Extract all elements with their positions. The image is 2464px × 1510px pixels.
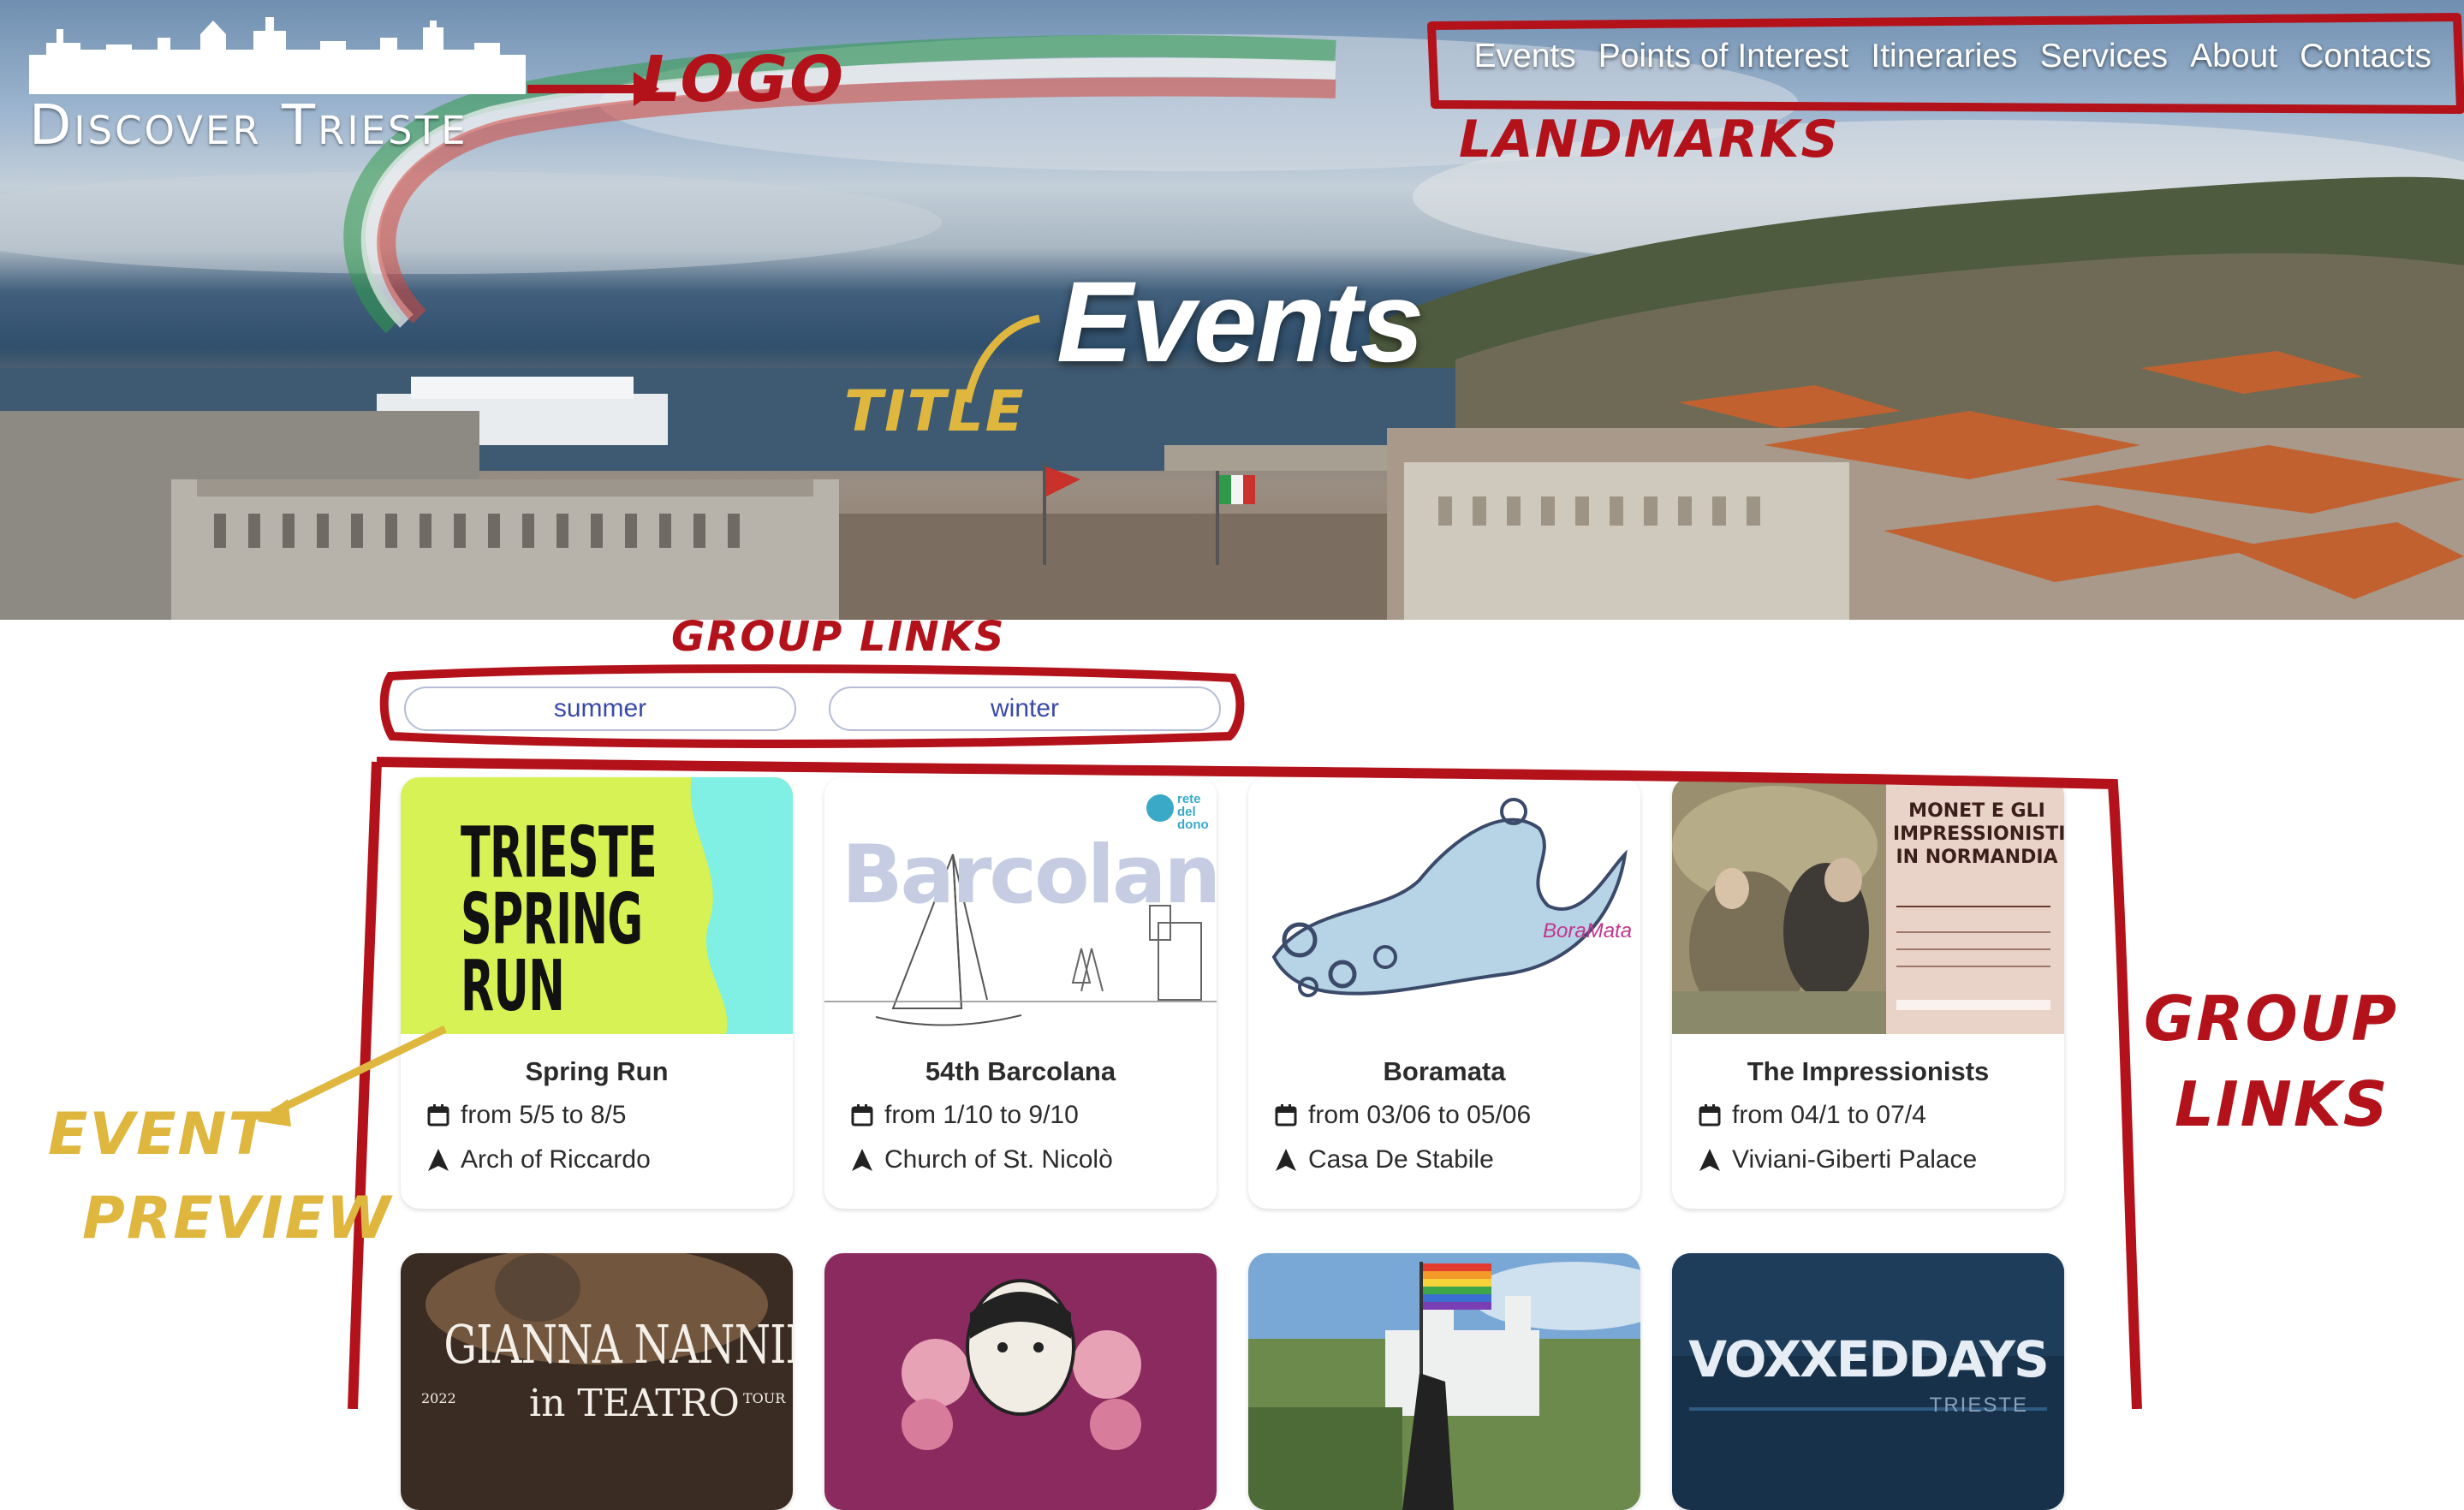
group-links: summer winter [404, 687, 1221, 731]
event-date: from 5/5 to 8/5 [461, 1101, 627, 1129]
thumb-text-line: RUN [461, 946, 565, 1027]
annotation-group-links-side: GROUP [2144, 983, 2398, 1055]
location-arrow-icon [1276, 1149, 1296, 1171]
event-card-frida[interactable] [824, 1253, 1217, 1510]
thumb-text-line: GIANNA NANNINI [443, 1313, 793, 1376]
thumb-text-line: TRIESTE [461, 812, 658, 894]
event-thumbnail: VOXXEDDAYS TRIESTE [1672, 1253, 2064, 1510]
thumb-text-line: MONET E GLI [1908, 800, 2045, 822]
event-location: Viviani-Giberti Palace [1732, 1145, 1978, 1174]
event-card-pride[interactable] [1248, 1253, 1640, 1510]
annotation-group-links-side: LINKS [2175, 1068, 2390, 1140]
nav-points-of-interest[interactable]: Points of Interest [1598, 38, 1849, 75]
thumb-text-line: Barcolana [842, 829, 1217, 922]
group-link-summer[interactable]: summer [404, 687, 796, 731]
thumb-text-line: TRIESTE [1929, 1394, 2028, 1417]
thumb-text-line: IMPRESSIONISTI [1893, 823, 2064, 845]
event-location: Casa De Stabile [1308, 1145, 1494, 1174]
annotation-group-links-top: GROUP LINKS [671, 613, 1006, 661]
site-logo[interactable]: Discover Trieste [29, 12, 526, 158]
event-thumbnail: TRIESTE SPRING RUN [401, 777, 793, 1034]
location-arrow-icon [428, 1149, 449, 1171]
event-title: 54th Barcolana [925, 1056, 1116, 1086]
event-thumbnail: BoraMata [1248, 777, 1640, 1034]
event-card-barcolana[interactable]: Barcolana rete del dono 54th Barcolana f… [824, 777, 1217, 1209]
annotation-event-preview: EVENT [48, 1101, 270, 1168]
location-arrow-icon [852, 1149, 872, 1171]
nav-services[interactable]: Services [2040, 38, 2169, 75]
group-link-winter[interactable]: winter [829, 687, 1221, 731]
annotation-box-cards-left [348, 761, 382, 1409]
event-date: from 04/1 to 07/4 [1732, 1101, 1926, 1129]
nav-events[interactable]: Events [1474, 38, 1576, 75]
thumb-text-line: SPRING [461, 879, 643, 960]
event-card-voxxed-days[interactable]: VOXXEDDAYS TRIESTE [1672, 1253, 2064, 1510]
nav-itineraries[interactable]: Itineraries [1871, 38, 2017, 75]
event-card-gianna-nannini[interactable]: GIANNA NANNINI in TEATRO 2022 TOUR [401, 1253, 793, 1510]
event-date: from 1/10 to 9/10 [884, 1101, 1079, 1129]
calendar-icon [1699, 1104, 1721, 1127]
event-location: Arch of Riccardo [461, 1145, 651, 1174]
annotation-landmarks: LANDMARKS [1459, 110, 1840, 169]
event-location: Church of St. Nicolò [884, 1145, 1113, 1174]
event-title: Spring Run [525, 1056, 669, 1086]
thumb-text-line: BoraMata [1543, 919, 1633, 942]
calendar-icon [427, 1104, 449, 1127]
nav-about[interactable]: About [2190, 38, 2277, 75]
event-card-boramata[interactable]: BoraMata Boramata from 03/06 to 05/06 Ca… [1248, 777, 1640, 1209]
thumb-badge: rete del dono [1177, 792, 1209, 832]
hero-banner: Discover Trieste Events Points of Intere… [0, 0, 2464, 620]
annotation-title: TITLE [844, 378, 1026, 444]
thumb-text-line: IN NORMANDIA [1896, 847, 2058, 868]
logo-text: Discover Trieste [29, 94, 468, 158]
event-thumbnail [824, 1253, 1217, 1510]
annotation-logo: LOGO [640, 43, 846, 116]
event-thumbnail: MONET E GLI IMPRESSIONISTI IN NORMANDIA [1672, 777, 2064, 1034]
event-card-spring-run[interactable]: TRIESTE SPRING RUN Spring Run from 5/5 t… [401, 777, 793, 1209]
location-arrow-icon [1699, 1149, 1720, 1171]
event-title: The Impressionists [1747, 1056, 1990, 1086]
event-date: from 03/06 to 05/06 [1308, 1101, 1532, 1129]
annotation-event-preview: PREVIEW [82, 1185, 393, 1252]
event-thumbnail: GIANNA NANNINI in TEATRO 2022 TOUR [401, 1253, 793, 1510]
event-thumbnail: Barcolana rete del dono [824, 777, 1217, 1034]
thumb-text-line: VOXXEDDAYS [1688, 1330, 2050, 1388]
calendar-icon [1275, 1104, 1297, 1127]
calendar-icon [851, 1104, 873, 1127]
nav-contacts[interactable]: Contacts [2300, 38, 2431, 75]
event-title: Boramata [1383, 1056, 1506, 1086]
event-card-impressionists[interactable]: MONET E GLI IMPRESSIONISTI IN NORMANDIA … [1672, 777, 2064, 1209]
thumb-text-line: TOUR [743, 1390, 786, 1406]
thumb-text-line: 2022 [421, 1390, 456, 1406]
skyline-logo-icon [29, 17, 526, 94]
event-thumbnail [1248, 1253, 1640, 1510]
page-title: Events [1056, 259, 1424, 386]
thumb-text-line: in TEATRO [529, 1382, 740, 1425]
main-navigation: Events Points of Interest Itineraries Se… [1474, 38, 2432, 75]
